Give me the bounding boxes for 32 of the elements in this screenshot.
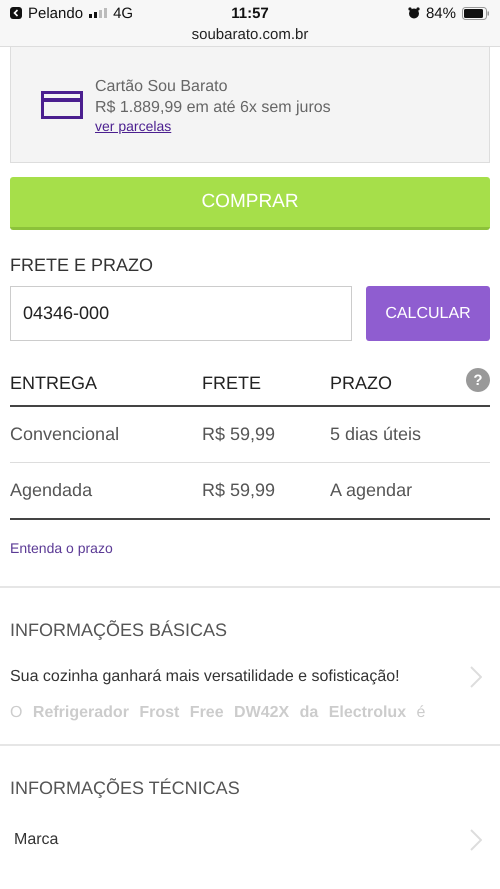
alarm-icon (408, 7, 420, 19)
table-cell-text: Convencional (10, 424, 120, 445)
installments-link[interactable]: ver parcelas (95, 118, 172, 134)
zip-input-field[interactable]: 04346-000 (10, 286, 352, 341)
section-title: INFORMAÇÕES BÁSICAS (10, 620, 228, 641)
spec-label: Marca (14, 831, 58, 849)
description-summary: Sua cozinha ganhará mais versatilidade e sofisticação! (10, 668, 400, 686)
calculate-button[interactable]: CALCULAR (366, 286, 490, 341)
url-address[interactable]: soubarato.com.br (10, 26, 490, 43)
signal-icon (89, 8, 108, 18)
battery-icon (462, 6, 490, 20)
installment-price: R$ 1.889,99 em até 6x sem juros (95, 98, 331, 118)
column-header: ENTREGA (10, 372, 98, 394)
network-label: 4G (113, 4, 134, 22)
back-icon[interactable] (10, 7, 22, 19)
card-title: Cartão Sou Barato (95, 76, 229, 96)
table-cell-text: A agendar (330, 480, 414, 501)
chevron-right-icon[interactable] (470, 829, 482, 851)
battery-percent: 84% (426, 4, 456, 22)
table-cell-text: R$ 59,99 (202, 424, 276, 445)
back-app-label[interactable]: Pelando (28, 4, 84, 22)
column-header: FRETE (202, 372, 262, 394)
column-header: PRAZO (330, 372, 394, 394)
table-cell-text: 5 dias úteis (330, 424, 422, 445)
section-title: INFORMAÇÕES TÉCNICAS (10, 778, 241, 799)
table-cell-text: Agendada (10, 480, 94, 501)
chevron-right-icon[interactable] (470, 666, 482, 688)
section-title: FRETE E PRAZO (10, 255, 154, 276)
table-cell-text: R$ 59,99 (202, 480, 276, 501)
credit-card-icon (41, 90, 83, 118)
clock-time: 11:57 (231, 4, 269, 22)
deadline-link[interactable]: Entenda o prazo (10, 540, 490, 556)
